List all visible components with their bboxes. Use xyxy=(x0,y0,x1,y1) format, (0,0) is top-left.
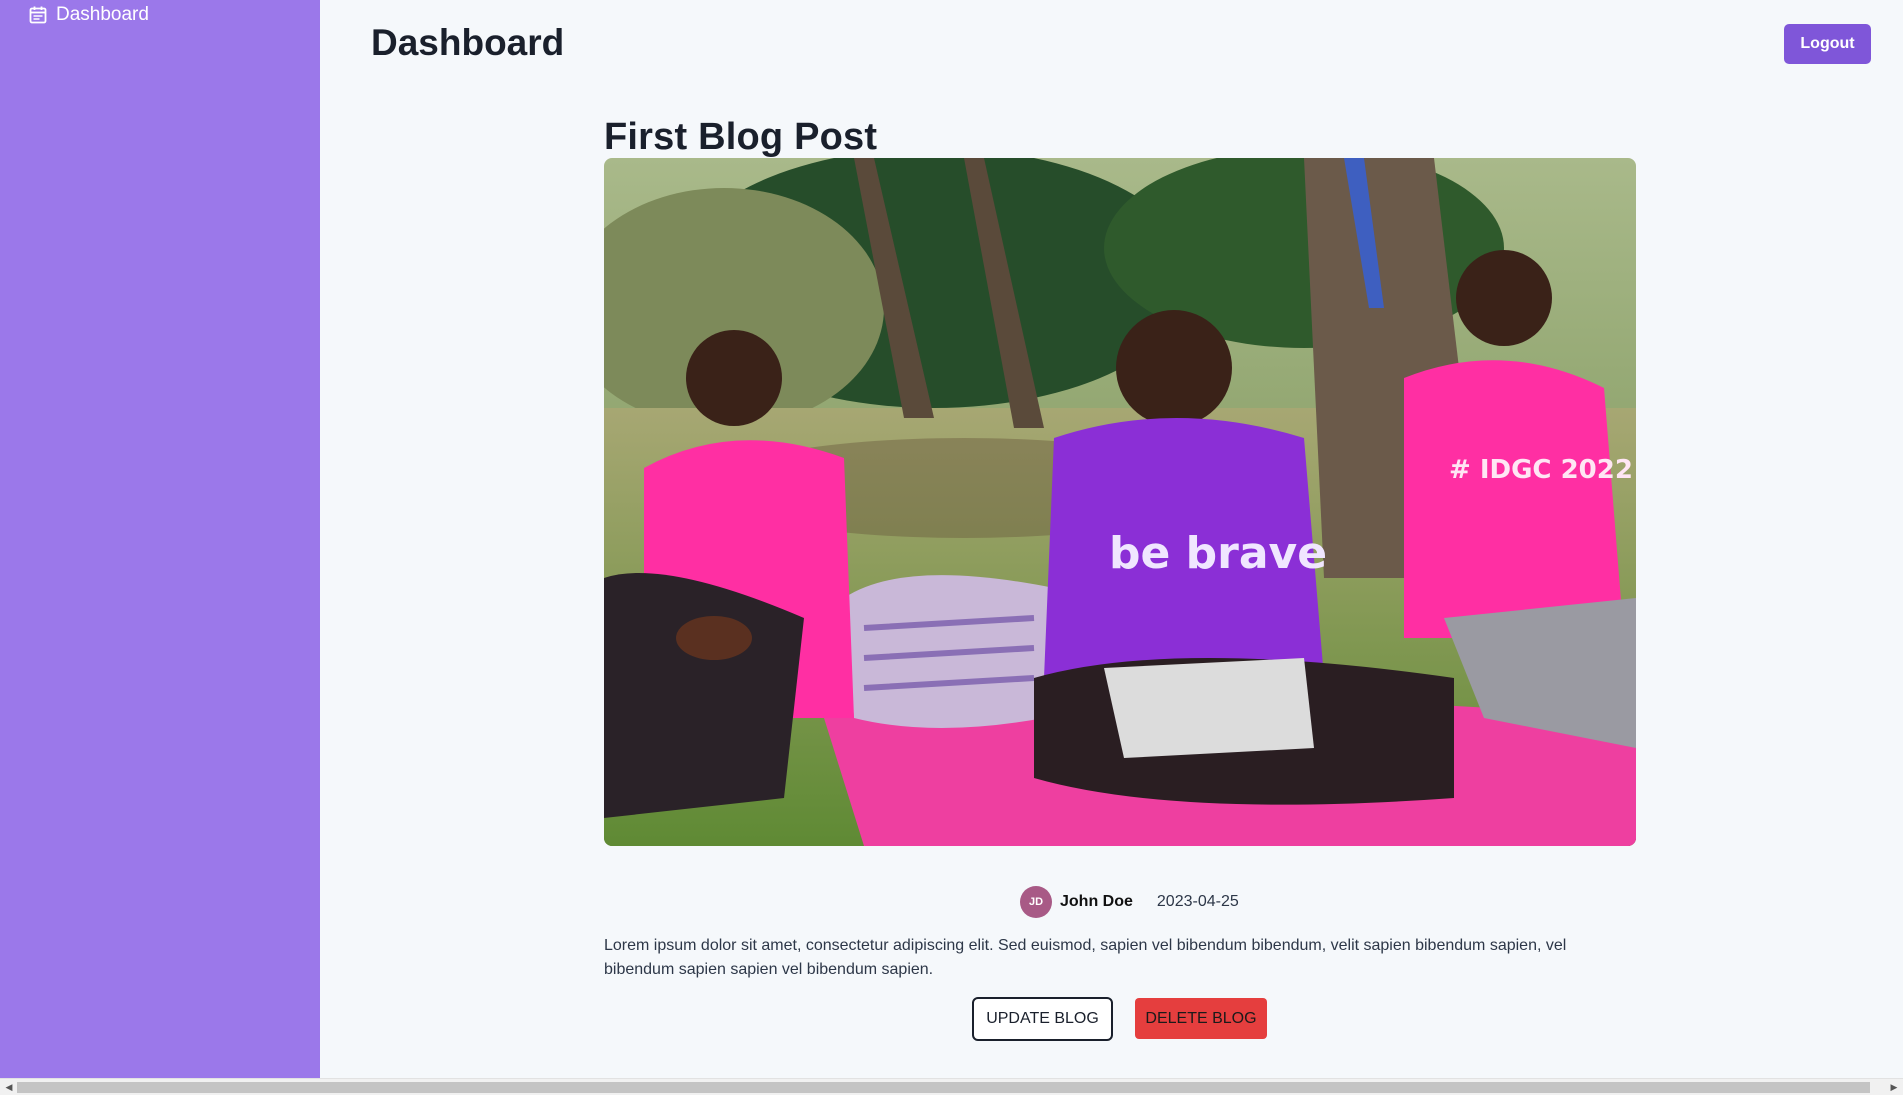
post-date: 2023-04-25 xyxy=(1156,893,1239,910)
scroll-left-icon[interactable]: ◀ xyxy=(2,1081,16,1094)
delete-blog-button[interactable]: DELETE BLOG xyxy=(1135,998,1267,1039)
calendar-icon xyxy=(28,5,48,25)
svg-text:be brave: be brave xyxy=(1109,528,1327,579)
sidebar: Dashboard xyxy=(0,0,320,1078)
page-title: Dashboard xyxy=(371,22,565,63)
logout-button[interactable]: Logout xyxy=(1784,24,1871,64)
post-meta: JD John Doe 2023-04-25 xyxy=(1020,886,1239,918)
app-root: Dashboard Dashboard Logout First Blog Po… xyxy=(0,0,1903,1095)
sidebar-item-label: Dashboard xyxy=(56,4,149,25)
post-title: First Blog Post xyxy=(604,116,878,158)
scroll-right-icon[interactable]: ▶ xyxy=(1887,1081,1901,1094)
post-body: Lorem ipsum dolor sit amet, consectetur … xyxy=(604,937,1567,978)
horizontal-scrollbar[interactable]: ◀ ▶ xyxy=(0,1078,1903,1095)
avatar: JD xyxy=(1020,886,1052,918)
sidebar-item-dashboard[interactable]: Dashboard xyxy=(28,4,149,26)
svg-text:# IDGC 2022: # IDGC 2022 xyxy=(1449,455,1633,485)
post-image: be brave # IDGC 2022 xyxy=(604,158,1636,846)
update-blog-button[interactable]: UPDATE BLOG xyxy=(972,997,1113,1041)
scrollbar-thumb[interactable] xyxy=(17,1082,1870,1093)
author-name: John Doe xyxy=(1060,893,1133,910)
